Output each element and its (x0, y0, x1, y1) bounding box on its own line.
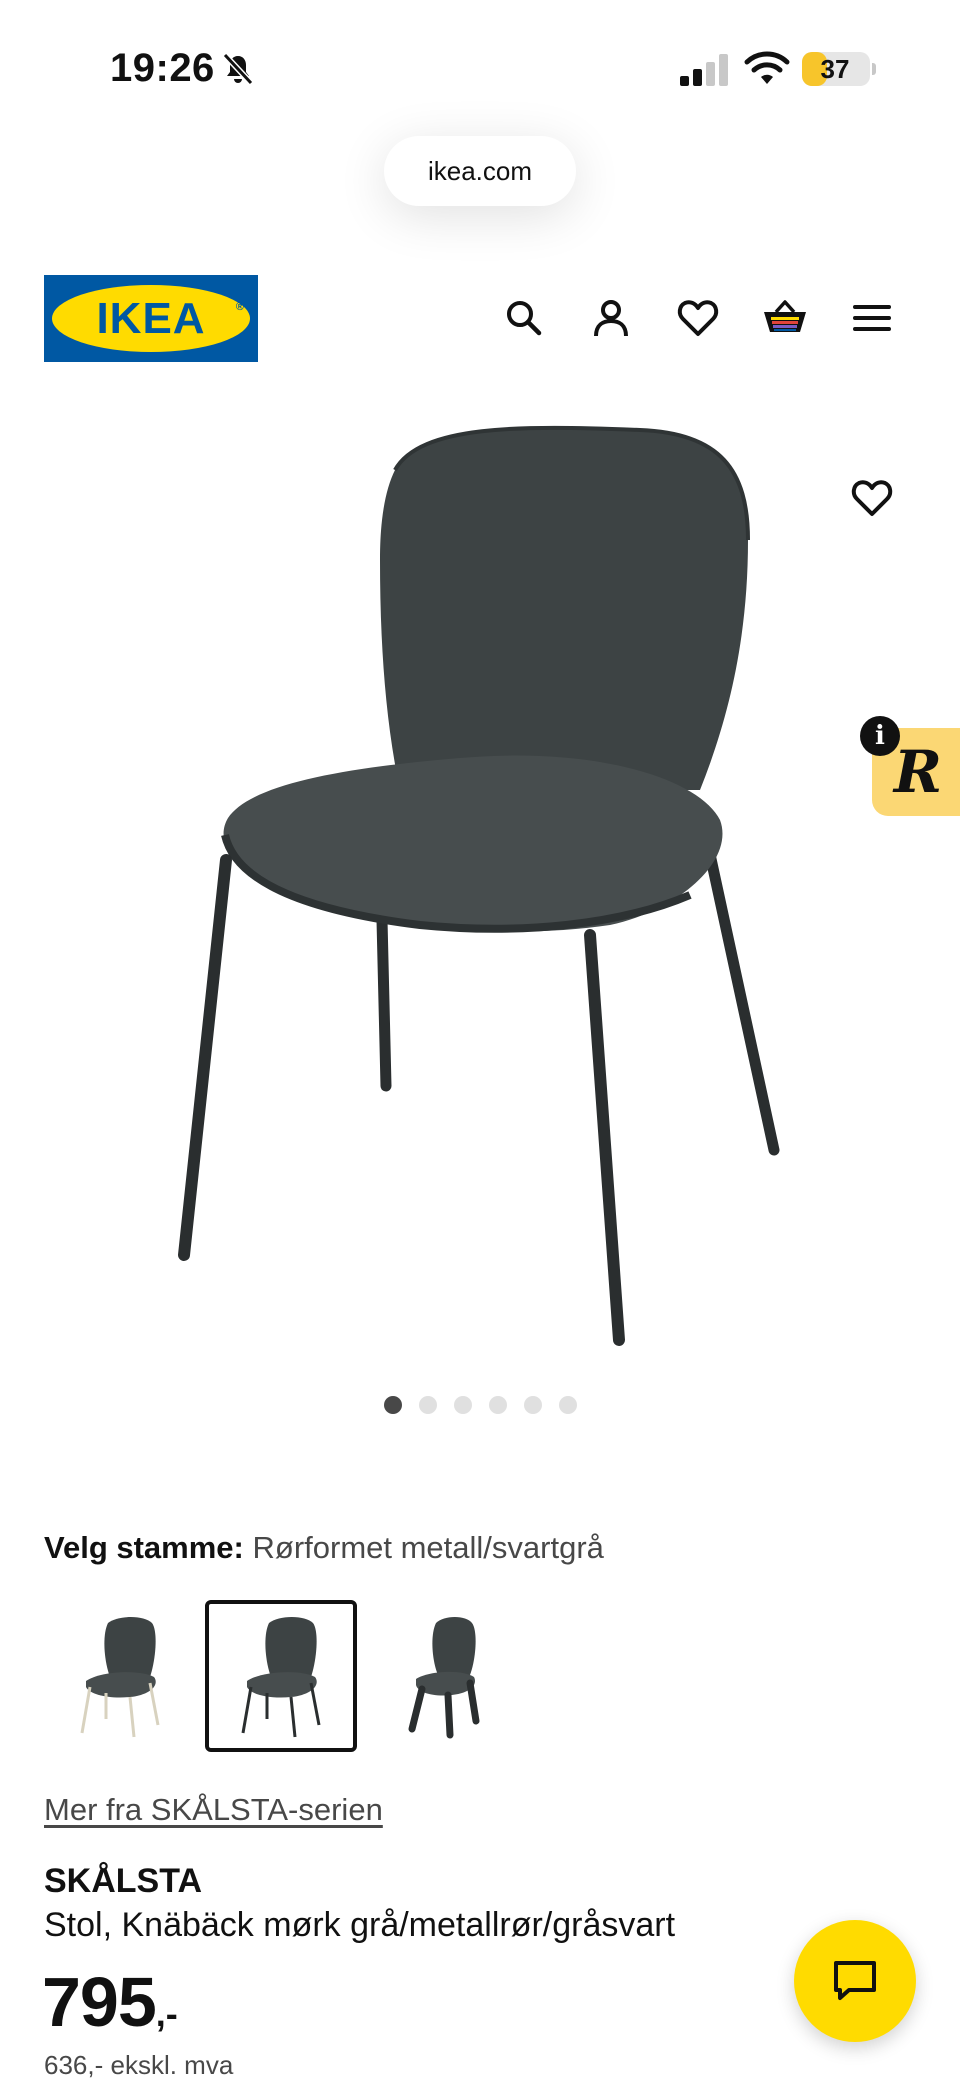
price-main: 795 (42, 1963, 157, 2041)
carousel-dot[interactable] (489, 1396, 507, 1414)
account-icon (594, 300, 628, 337)
chair-thumbnail-image (80, 1617, 160, 1738)
variant-thumbnail[interactable] (366, 1600, 518, 1752)
chair-thumbnail-image (241, 1617, 321, 1738)
status-time: 19:26 (110, 46, 215, 90)
product-description: Stol, Knäbäck mørk grå/metallrør/gråsvar… (44, 1906, 676, 1944)
carousel-dot[interactable] (559, 1396, 577, 1414)
carousel-dot-active[interactable] (384, 1396, 402, 1414)
heart-icon (677, 300, 719, 336)
carousel-dot[interactable] (419, 1396, 437, 1414)
registered-mark: ® (235, 301, 244, 313)
bell-slash-icon (222, 52, 254, 86)
price-suffix: ,- (155, 1993, 178, 2034)
battery-percent: 37 (820, 54, 850, 84)
wifi-icon (744, 51, 790, 84)
url-bar[interactable]: ikea.com (384, 136, 576, 206)
variant-thumbnail-selected[interactable] (205, 1600, 357, 1752)
variant-value: Rørformet metall/svartgrå (252, 1530, 604, 1565)
carousel-dot[interactable] (454, 1396, 472, 1414)
ikea-logo[interactable]: IKEA ® (44, 275, 258, 362)
cart-icon (764, 300, 806, 332)
info-icon[interactable]: i (860, 716, 900, 756)
heart-icon (851, 480, 893, 516)
product-image-carousel[interactable] (0, 390, 960, 1390)
cart-button[interactable] (757, 290, 813, 346)
product-price: 795,- (42, 1962, 178, 2042)
chat-button[interactable] (794, 1920, 916, 2042)
menu-icon (853, 305, 891, 331)
battery-icon: 37 (802, 52, 870, 86)
carousel-dots[interactable] (384, 1396, 577, 1416)
menu-button[interactable] (844, 290, 900, 346)
product-name: SKÅLSTA (44, 1862, 203, 1900)
search-button[interactable] (496, 290, 552, 346)
save-favorite-button[interactable] (842, 468, 902, 528)
carousel-dot[interactable] (524, 1396, 542, 1414)
search-icon (507, 301, 542, 336)
status-bar: 19:26 37 (0, 0, 960, 130)
account-button[interactable] (583, 290, 639, 346)
price-excl-vat: 636,- ekskl. mva (44, 2050, 234, 2080)
variant-label: Velg stamme: (44, 1530, 244, 1565)
variant-selector-label: Velg stamme: Rørformet metall/svartgrå (44, 1530, 604, 1566)
series-link[interactable]: Mer fra SKÅLSTA-serien (44, 1792, 383, 1828)
chair-thumbnail-image (408, 1617, 480, 1739)
signal-icon (680, 54, 728, 86)
chat-icon (834, 1961, 876, 2000)
battery-nub (872, 63, 876, 75)
chair-image (178, 425, 780, 1346)
variant-thumbnail[interactable] (44, 1600, 196, 1752)
favorites-button[interactable] (670, 290, 726, 346)
logo-text: IKEA (96, 294, 206, 343)
